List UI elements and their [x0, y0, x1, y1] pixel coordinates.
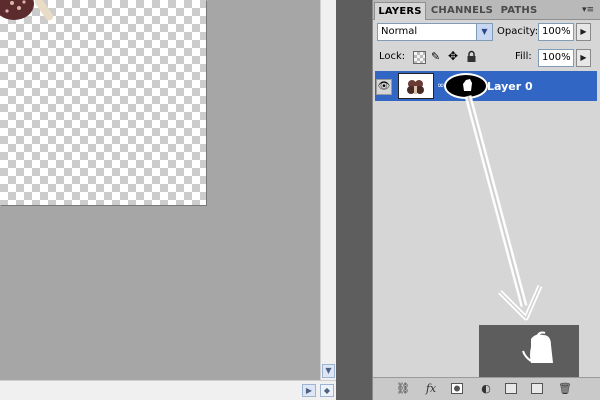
mask-preview [479, 325, 579, 377]
horizontal-scrollbar[interactable]: ▶ ◆ [0, 380, 336, 400]
tab-paths[interactable]: PATHS [497, 2, 541, 20]
lock-transparent-icon[interactable] [413, 51, 426, 64]
layer-mask-thumbnail[interactable] [444, 73, 488, 99]
scroll-down-icon[interactable]: ▼ [322, 364, 335, 378]
opacity-input[interactable]: 100% [538, 23, 574, 41]
group-icon[interactable] [505, 383, 517, 394]
layer-thumbnail[interactable] [398, 73, 434, 99]
lock-image-icon[interactable]: ✎ [431, 49, 444, 64]
canvas-area[interactable] [0, 0, 320, 380]
fill-input[interactable]: 100% [538, 49, 574, 67]
mask-shape [463, 79, 472, 91]
panel-tab-bar: LAYERS CHANNELS PATHS ▾≡ [373, 0, 600, 20]
lock-label: Lock: [379, 51, 406, 62]
mask-preview-shape [522, 331, 553, 363]
tab-layers[interactable]: LAYERS [374, 2, 426, 20]
image-fragment [0, 0, 54, 21]
lock-all-icon[interactable] [466, 50, 477, 63]
panel-menu-icon[interactable]: ▾≡ [580, 3, 596, 17]
mask-link-icon[interactable]: ∞ [437, 79, 445, 93]
layer-thumbnail-image [407, 80, 424, 94]
fill-slider-button[interactable]: ▶ [576, 49, 591, 67]
layer-name[interactable]: Layer 0 [487, 80, 533, 93]
link-icon[interactable]: ⛓ [393, 382, 413, 396]
lock-position-icon[interactable]: ✥ [448, 49, 461, 64]
blend-mode-select[interactable]: Normal ▼ [377, 23, 493, 41]
fill-label: Fill: [515, 51, 532, 62]
blend-mode-value: Normal [381, 26, 418, 37]
new-layer-icon[interactable] [531, 383, 543, 394]
tab-channels[interactable]: CHANNELS [429, 2, 495, 20]
adjustment-icon[interactable]: ◐ [479, 382, 493, 396]
layers-panel: LAYERS CHANNELS PATHS ▾≡ Normal ▼ Opacit… [372, 0, 600, 400]
panel-divider [336, 0, 372, 400]
mask-icon[interactable] [451, 383, 463, 394]
scroll-right-icon[interactable]: ▶ [302, 384, 316, 397]
vertical-scrollbar[interactable]: ▼ [320, 0, 336, 380]
opacity-label: Opacity: [497, 26, 539, 37]
scroll-corner: ◆ [320, 384, 334, 397]
document-canvas[interactable] [0, 0, 206, 205]
trash-icon[interactable]: 🗑 [557, 382, 573, 396]
fx-icon[interactable]: fx [421, 382, 441, 396]
opacity-slider-button[interactable]: ▶ [576, 23, 591, 41]
panel-bottom-toolbar: ⛓ fx ◐ 🗑 [373, 377, 600, 400]
chevron-down-icon[interactable]: ▼ [476, 24, 492, 40]
eye-icon[interactable]: 👁 [376, 79, 392, 95]
